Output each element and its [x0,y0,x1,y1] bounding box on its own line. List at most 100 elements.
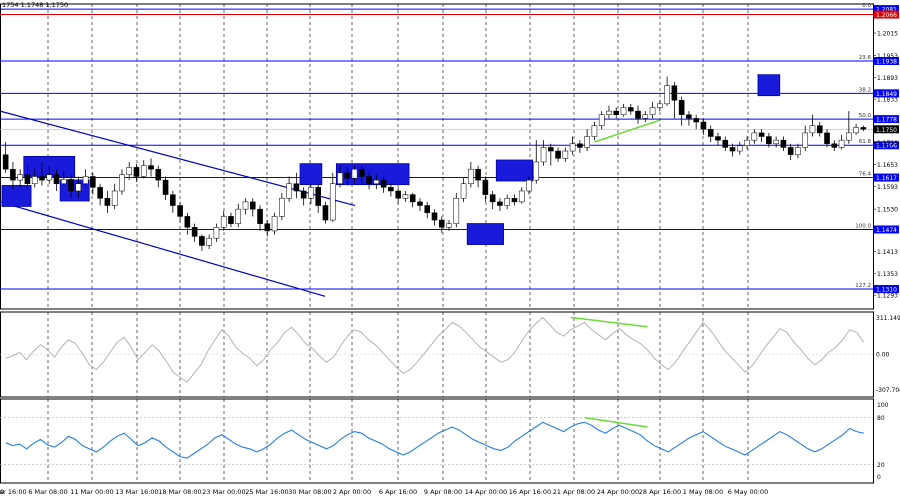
price-tick-label: 1.1353 [877,271,898,278]
candle-body [846,132,852,141]
candle-body [308,187,314,199]
candle-body [68,179,74,192]
time-tick-label: 24 Apr 00:00 [597,488,639,496]
fib-level-label: 100.0 [855,223,871,229]
candle-body [206,237,212,246]
chart-window: 0.0 1.2081 1.2066 23.6 1.1938 38.2 1.1849 50.0 1… [0,0,900,500]
time-tick-label: 18 Mar 08:00 [158,488,201,496]
candle-body [664,85,670,105]
candle-body [373,179,380,184]
candle-body [264,223,271,232]
candle-body [642,114,649,119]
candle-body [787,147,794,155]
candle-body [293,183,300,192]
candle-body [729,147,736,152]
time-tick-label: 28 Apr 16:00 [639,488,681,496]
price-tick-label: 1.1293 [877,293,898,300]
fib-level-label: 0.0 [862,3,871,9]
candle-body [751,132,758,141]
candle-body [155,168,162,181]
time-tick-label: 3 Mar 16:00 [0,488,27,496]
oscillator-tick-label: 311.1497 [876,315,900,322]
candle-body [686,114,692,119]
chart-canvas: 0.01.20811.206623.61.193838.21.184950.01… [0,0,900,500]
candle-body [766,136,772,145]
fib-price-tag-label: 1.2066 [876,12,897,19]
candle-body [97,187,103,199]
candle-body [395,190,401,199]
time-tick-label: 23 Mar 00:00 [202,488,245,496]
candle-body [722,139,729,148]
candle-body [802,132,809,148]
candle-body [329,183,336,221]
candle-body [424,205,431,214]
candle-body [468,168,474,184]
candle-body [598,114,605,126]
swing-box [757,74,781,97]
price-tick-label: 1.1653 [877,162,898,169]
candle-body [584,136,590,148]
candle-body [24,174,31,184]
current-price-tag-label: 1.1750 [876,127,897,134]
candle-body [39,176,45,181]
candle-body [82,176,89,184]
candle-body [707,129,714,137]
candle-body [359,168,365,177]
candle-body [446,223,452,228]
time-tick-label: 13 Mar 16:00 [115,488,158,496]
candle-body [300,190,307,199]
time-tick-label: 16 Apr 16:00 [509,488,551,496]
candle-body [606,110,612,115]
time-tick-label: 25 Mar 16:00 [245,488,288,496]
price-tick-label: 1.2015 [877,31,898,38]
candle-body [126,167,133,175]
candle-body [780,139,787,148]
candle-body [46,174,53,181]
candle-body [758,132,765,137]
candle-body [533,161,540,181]
candle-body [242,201,249,210]
price-tick-label: 1.1893 [877,75,898,82]
time-tick-label: 2 Apr 00:00 [333,488,371,496]
time-tick-label: 11 Mar 00:00 [70,488,113,496]
candle-body [286,183,292,199]
candle-body [482,179,489,195]
candle-body [562,150,569,159]
candle-body [60,179,67,184]
time-tick-label: 9 Apr 08:00 [424,488,462,496]
time-tick-label: 21 Apr 08:00 [553,488,595,496]
candle-body [366,176,372,184]
candle-body [540,147,547,163]
candle-body [678,99,685,115]
fib-level-label: 50.0 [859,113,872,119]
candle-body [635,110,641,119]
candle-body [475,168,481,181]
candle-body [700,121,707,130]
price-tick-label: 1.1593 [877,184,898,191]
candle-body [170,194,176,206]
swing-box [299,163,323,186]
candle-body [417,201,423,206]
candle-body [344,172,351,179]
rsi-tick-label: 20 [877,462,885,469]
candle-body [860,127,867,130]
candle-body [620,107,627,115]
fib-level-label: 127.2 [855,283,871,289]
candle-body [148,165,154,170]
fib-level-label: 76.4 [859,172,872,178]
time-tick-label: 1 May 08:00 [683,488,723,496]
time-tick-label: 6 Mar 08:00 [28,488,67,496]
candle-body [133,167,140,177]
candle-body [504,198,510,206]
candle-body [191,227,198,237]
candle-body [271,216,278,232]
candle-body [497,201,503,206]
candle-body [809,125,816,134]
candle-body [213,227,220,239]
swing-box [495,159,534,182]
candle-body [17,174,23,181]
candle-body [671,85,678,101]
time-tick-label: 6 Apr 16:00 [379,488,417,496]
candle-body [744,139,750,146]
candle-body [228,216,234,224]
